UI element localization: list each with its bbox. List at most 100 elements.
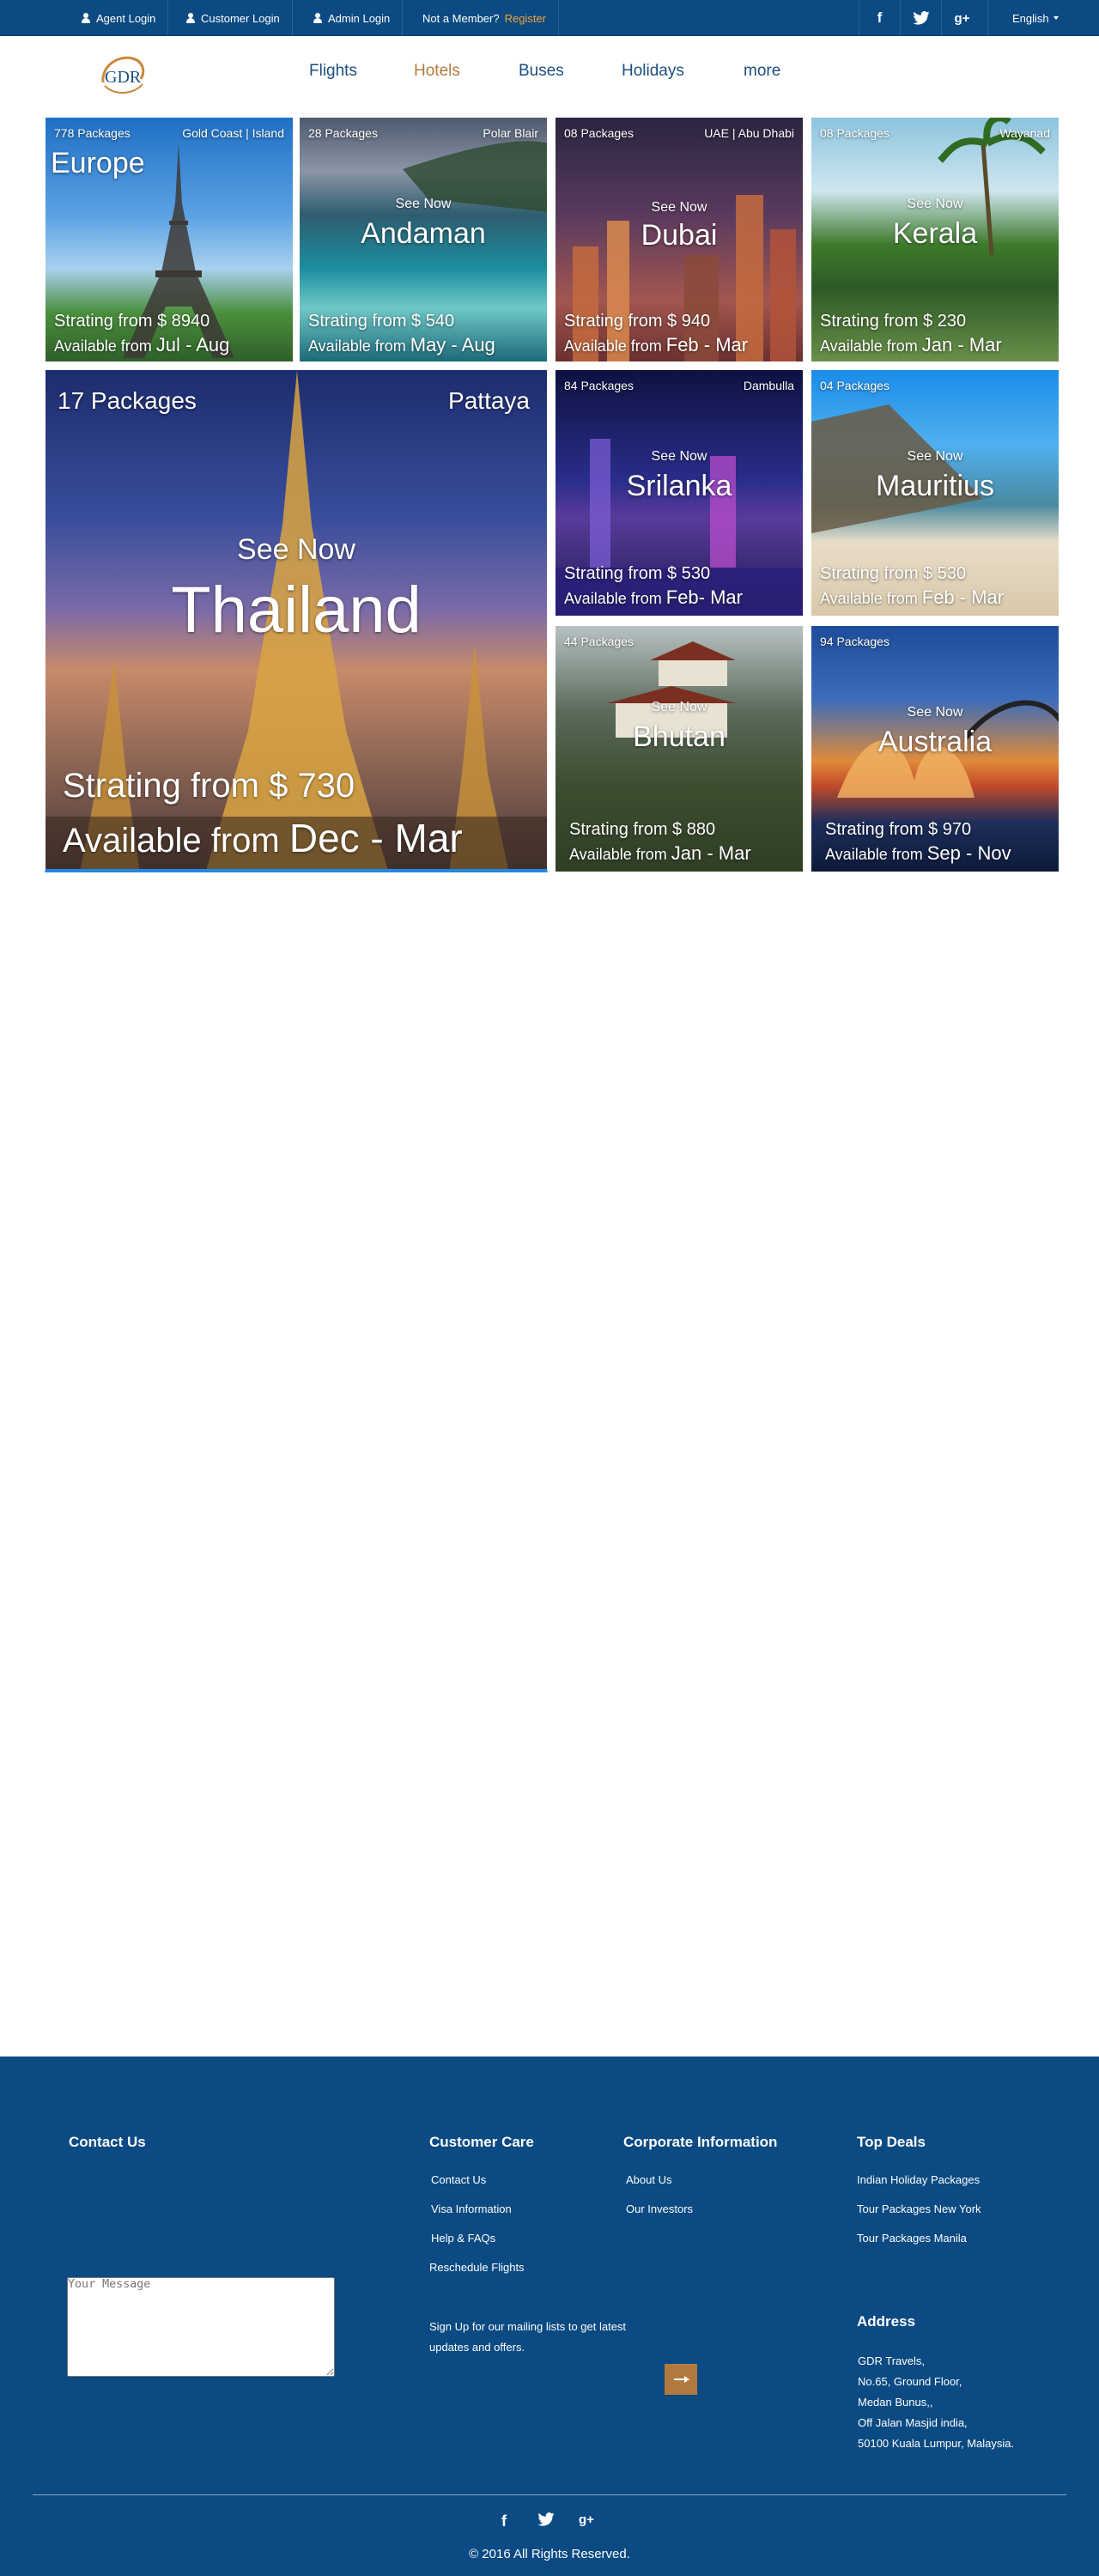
customer-login-link[interactable]: Customer Login [173, 0, 293, 36]
footer-link-tour-manila[interactable]: Tour Packages Manila [857, 2232, 967, 2245]
see-now-label: See Now [651, 700, 707, 714]
destination-name: Australia [877, 726, 993, 758]
user-icon [81, 13, 91, 23]
package-location: UAE | Abu Dhabi [704, 126, 794, 140]
availability-text: Available from Feb- Mar [564, 586, 743, 608]
contact-message-input[interactable] [67, 2277, 335, 2377]
facebook-icon[interactable]: f [501, 2512, 507, 2530]
availability-text: Available from Jan - Mar [820, 334, 1002, 355]
price-text: Strating from $ 970 [825, 820, 972, 839]
price-text: Strating from $ 880 [569, 820, 716, 839]
package-card-thailand[interactable]: 17 Packages Pattaya See Now Thailand Str… [45, 369, 548, 872]
destination-name: Srilanka [626, 470, 732, 502]
footer-link-visa-information[interactable]: Visa Information [431, 2202, 512, 2215]
admin-login-link[interactable]: Admin Login [301, 0, 404, 36]
package-card-srilanka[interactable]: 84 Packages Dambulla See Now Srilanka St… [555, 369, 804, 617]
package-count: 84 Packages [564, 379, 634, 392]
price-text: Strating from $ 8940 [54, 312, 210, 331]
see-now-label: See Now [237, 533, 355, 566]
see-now-label: See Now [907, 197, 963, 211]
destination-name: Kerala [892, 217, 978, 250]
nav-buses[interactable]: Buses [519, 62, 564, 81]
see-now-label: See Now [651, 200, 707, 215]
price-text: Strating from $ 230 [820, 312, 967, 331]
package-location: Pattaya [448, 387, 530, 414]
address-block: GDR Travels, No.65, Ground Floor, Medan … [858, 2354, 1015, 2450]
package-location: Gold Coast | Island [182, 126, 284, 140]
package-card-mauritius[interactable]: 04 Packages See Now Mauritius Strating f… [811, 369, 1060, 617]
nav-more[interactable]: more [744, 62, 780, 81]
footer-divider [33, 2494, 1066, 2495]
availability-text: Available from Dec - Mar [63, 816, 463, 860]
package-count: 778 Packages [54, 126, 131, 140]
availability-text: Available from Feb - Mar [564, 334, 749, 355]
nav-hotels[interactable]: Hotels [414, 62, 460, 81]
package-card-europe[interactable]: 778 Packages Gold Coast | Island Europe … [45, 117, 294, 362]
chevron-down-icon [1053, 16, 1059, 20]
user-icon [313, 13, 323, 23]
package-count: 28 Packages [308, 126, 378, 140]
package-count: 94 Packages [820, 635, 890, 648]
package-card-australia[interactable]: 94 Packages See Now Australia Strating f… [811, 625, 1060, 872]
destination-name: Europe [51, 147, 145, 179]
package-count: 08 Packages [564, 126, 634, 140]
nav-holidays[interactable]: Holidays [622, 62, 684, 81]
package-location: Dambulla [743, 379, 794, 392]
corporate-title: Corporate Information [623, 2134, 778, 2150]
footer-link-contact-us[interactable]: Contact Us [431, 2173, 486, 2186]
package-location: Polar Blair [483, 126, 538, 140]
package-count: 17 Packages [58, 387, 197, 414]
package-card-andaman[interactable]: 28 Packages Polar Blair See Now Andaman … [299, 117, 548, 362]
footer-link-tour-new-york[interactable]: Tour Packages New York [857, 2202, 981, 2215]
footer-link-about-us[interactable]: About Us [626, 2173, 671, 2186]
facebook-icon[interactable]: f [859, 0, 900, 36]
twitter-icon[interactable] [900, 0, 941, 36]
customer-care-title: Customer Care [429, 2134, 534, 2150]
package-card-kerala[interactable]: 08 Packages Wayanad See Now Kerala Strat… [811, 117, 1060, 362]
availability-text: Available from May - Aug [308, 334, 495, 355]
agent-login-link[interactable]: Agent Login [69, 0, 169, 36]
destination-name: Bhutan [633, 720, 726, 753]
nav-flights[interactable]: Flights [309, 62, 357, 81]
price-text: Strating from $ 540 [308, 312, 455, 331]
see-now-label: See Now [907, 449, 963, 464]
footer-link-reschedule-flights[interactable]: Reschedule Flights [429, 2261, 525, 2274]
logo-text: GDR [105, 68, 142, 87]
gdr-logo[interactable]: GDR [93, 48, 153, 100]
package-count: 04 Packages [820, 379, 890, 392]
language-selector[interactable]: English [987, 0, 1099, 36]
availability-text: Available from Sep - Nov [825, 842, 1011, 864]
main-header: GDR Flights Hotels Buses Holidays more [0, 36, 1099, 115]
see-now-label: See Now [651, 449, 707, 464]
package-card-dubai[interactable]: 08 Packages UAE | Abu Dhabi See Now Duba… [555, 117, 804, 362]
address-title: Address [857, 2313, 916, 2330]
availability-text: Available from Feb - Mar [820, 586, 1005, 608]
footer-link-our-investors[interactable]: Our Investors [626, 2202, 693, 2215]
footer-link-help-faqs[interactable]: Help & FAQs [431, 2232, 495, 2245]
destination-name: Andaman [361, 217, 486, 250]
price-text: Strating from $ 730 [63, 767, 355, 805]
price-text: Strating from $ 530 [820, 564, 967, 583]
package-count: 08 Packages [820, 126, 890, 140]
copyright-text: © 2016 All Rights Reserved. [469, 2547, 630, 2561]
see-now-label: See Now [907, 705, 963, 720]
google-plus-icon[interactable]: g+ [579, 2512, 594, 2527]
register-link[interactable]: Register [505, 12, 546, 25]
top-deals-title: Top Deals [857, 2134, 926, 2150]
see-now-label: See Now [395, 197, 452, 211]
availability-text: Available from Jan - Mar [569, 842, 751, 864]
destination-name: Dubai [641, 219, 718, 252]
footer-link-indian-holiday[interactable]: Indian Holiday Packages [857, 2173, 980, 2186]
subscribe-button[interactable] [665, 2364, 697, 2395]
register-prompt: Not a Member? Register [410, 0, 560, 36]
google-plus-icon[interactable]: g+ [941, 0, 982, 36]
package-card-bhutan[interactable]: 44 Packages See Now Bhutan Strating from… [555, 625, 804, 872]
signup-text: Sign Up for our mailing lists to get lat… [429, 2320, 627, 2354]
twitter-icon[interactable] [537, 2512, 555, 2530]
top-bar: Agent Login Customer Login Admin Login N… [0, 0, 1099, 36]
package-count: 44 Packages [564, 635, 634, 648]
price-text: Strating from $ 940 [564, 312, 711, 331]
destination-name: Mauritius [876, 470, 994, 502]
destination-name: Thailand [171, 574, 422, 647]
availability-text: Available from Jul - Aug [54, 334, 230, 355]
